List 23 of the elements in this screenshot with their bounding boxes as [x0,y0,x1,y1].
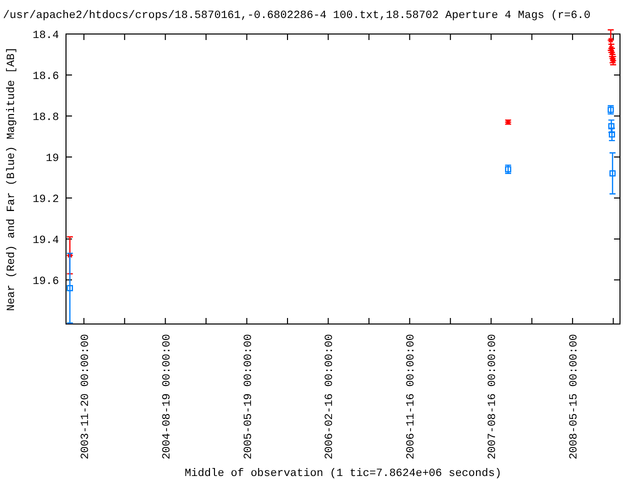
y-tick-label: 18.4 [32,30,59,42]
x-tick-label: 2006-02-16 00:00:00 [324,334,336,460]
x-tick-label: 2004-08-19 00:00:00 [161,334,174,460]
y-tick-label: 19.2 [32,194,59,206]
point [608,131,616,138]
y-axis-label: Near (Red) and Far (Blue) Magnitude [AB] [6,46,18,312]
point [609,170,616,176]
point [66,285,73,292]
x-axis-label: Middle of observation (1 tic=7.8624e+06 seconds) [184,468,502,480]
y-tick-label: 18.6 [32,71,59,83]
x-tick-label: 2007-08-16 00:00:00 [487,334,500,460]
point [66,252,74,258]
y-tick-label: 19 [46,152,59,165]
x-tick-label: 2003-11-20 00:00:00 [80,334,92,460]
plot-title: /usr/apache2/htdocs/crops/18.5870161,-0.6802286-4 100.txt,18.58702 Aperture 4 Mags (r=6.0 [3,10,590,22]
point [608,123,614,130]
x-tick-label: 2005-05-19 00:00:00 [242,334,255,460]
x-tick-label: 2006-11-16 00:00:00 [406,334,418,460]
y-tick-label: 18.8 [32,112,59,124]
y-tick-label: 19.4 [32,234,59,247]
point [607,38,614,43]
y-tick-label: 19.6 [32,276,59,288]
x-tick-label: 2008-05-15 00:00:00 [568,334,581,460]
